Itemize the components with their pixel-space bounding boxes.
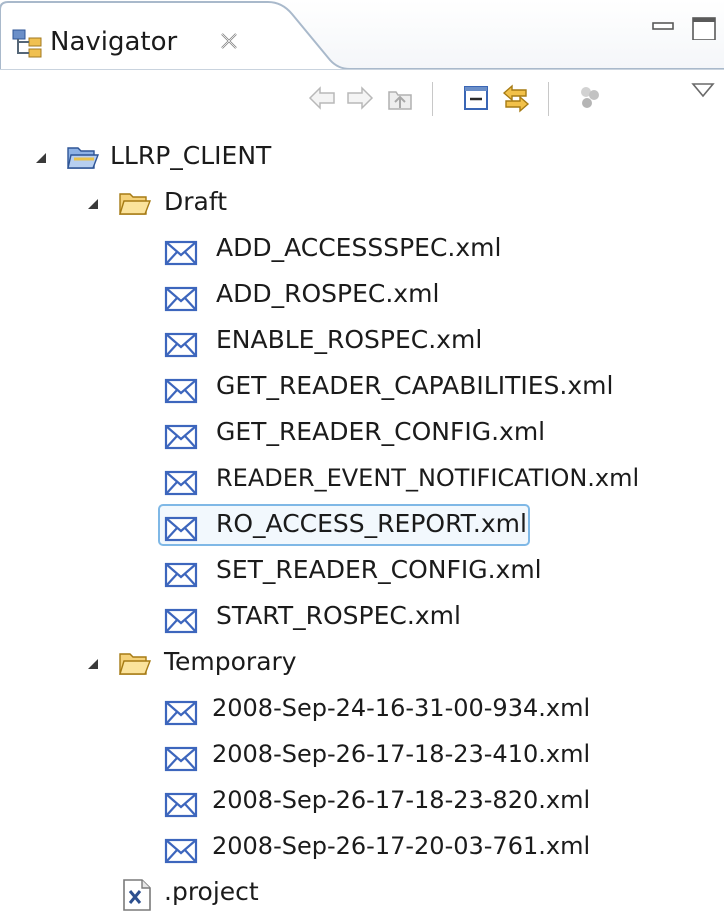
tree-row-file[interactable]: GET_READER_CONFIG.xml (0, 410, 724, 456)
folder-label: Draft (164, 187, 228, 216)
tree-row-file[interactable]: GET_READER_CAPABILITIES.xml (0, 364, 724, 410)
navigator-view-icon (12, 29, 42, 58)
expand-triangle-icon[interactable] (34, 151, 48, 165)
expand-triangle-icon[interactable] (86, 197, 100, 211)
file-label: START_ROSPEC.xml (216, 601, 461, 630)
message-envelope-icon (164, 608, 198, 634)
file-label: .project (164, 877, 259, 906)
forward-arrow-icon[interactable] (344, 82, 376, 114)
file-label: SET_READER_CONFIG.xml (216, 555, 542, 584)
file-label: 2008-Sep-26-17-20-03-761.xml (212, 832, 591, 860)
file-label: ADD_ACCESSSPEC.xml (216, 233, 502, 262)
navigator-view: Navigator LLRP_CLIENT Draft ADD_ACCESSSP… (0, 0, 724, 911)
tree-row-file[interactable]: 2008-Sep-26-17-20-03-761.xml (0, 824, 724, 870)
maximize-icon[interactable] (690, 14, 716, 40)
up-folder-icon[interactable] (384, 82, 416, 114)
project-folder-icon (67, 147, 100, 169)
message-envelope-icon (164, 562, 198, 588)
message-envelope-icon (164, 332, 198, 358)
view-menu-chevron-icon[interactable] (690, 80, 716, 102)
message-envelope-icon (164, 746, 198, 772)
tree-row-file-selected[interactable]: RO_ACCESS_REPORT.xml (0, 502, 724, 548)
message-envelope-icon (164, 516, 198, 542)
folder-label: Temporary (164, 647, 297, 676)
tree-row-file[interactable]: ADD_ACCESSSPEC.xml (0, 226, 724, 272)
message-envelope-icon (164, 286, 198, 312)
open-folder-icon (119, 193, 152, 215)
tree-row-file[interactable]: SET_READER_CONFIG.xml (0, 548, 724, 594)
tab-title: Navigator (50, 27, 178, 57)
tree-row-file[interactable]: START_ROSPEC.xml (0, 594, 724, 640)
close-icon[interactable] (218, 30, 240, 52)
back-arrow-icon[interactable] (306, 82, 338, 114)
tree-row-file[interactable]: READER_EVENT_NOTIFICATION.xml (0, 456, 724, 502)
tree-row-folder[interactable]: Temporary (0, 640, 724, 686)
file-label: ENABLE_ROSPEC.xml (216, 325, 483, 354)
tree-row-file[interactable]: ENABLE_ROSPEC.xml (0, 318, 724, 364)
open-folder-icon (119, 653, 152, 675)
file-label: 2008-Sep-26-17-18-23-410.xml (212, 740, 591, 768)
file-label: 2008-Sep-24-16-31-00-934.xml (212, 694, 591, 722)
file-label: ADD_ROSPEC.xml (216, 279, 440, 308)
link-with-editor-icon[interactable] (500, 82, 532, 114)
tree-row-project[interactable]: LLRP_CLIENT (0, 134, 724, 180)
toolbar-separator (432, 82, 433, 116)
tree-row-file[interactable]: 2008-Sep-26-17-18-23-410.xml (0, 732, 724, 778)
file-label: RO_ACCESS_REPORT.xml (216, 509, 527, 538)
file-label: GET_READER_CAPABILITIES.xml (216, 371, 614, 400)
tree-row-file[interactable]: .project (0, 870, 724, 916)
file-label: READER_EVENT_NOTIFICATION.xml (216, 464, 640, 492)
message-envelope-icon (164, 240, 198, 266)
minimize-icon[interactable] (650, 14, 676, 40)
message-envelope-icon (164, 700, 198, 726)
expand-triangle-icon[interactable] (86, 657, 100, 671)
message-envelope-icon (164, 792, 198, 818)
collapse-all-icon[interactable] (460, 82, 492, 114)
tree-row-folder[interactable]: Draft (0, 180, 724, 226)
xml-file-icon (123, 879, 151, 911)
toolbar-separator (548, 82, 549, 116)
message-envelope-icon (164, 378, 198, 404)
message-envelope-icon (164, 424, 198, 450)
message-envelope-icon (164, 838, 198, 864)
tree-row-file[interactable]: ADD_ROSPEC.xml (0, 272, 724, 318)
filters-icon[interactable] (574, 82, 606, 114)
file-label: GET_READER_CONFIG.xml (216, 417, 546, 446)
message-envelope-icon (164, 470, 198, 496)
view-toolbar (0, 70, 724, 134)
file-label: 2008-Sep-26-17-18-23-820.xml (212, 786, 591, 814)
view-tab-strip: Navigator (0, 0, 724, 70)
project-label: LLRP_CLIENT (110, 141, 272, 170)
tree-row-file[interactable]: 2008-Sep-24-16-31-00-934.xml (0, 686, 724, 732)
tree-row-file[interactable]: 2008-Sep-26-17-18-23-820.xml (0, 778, 724, 824)
